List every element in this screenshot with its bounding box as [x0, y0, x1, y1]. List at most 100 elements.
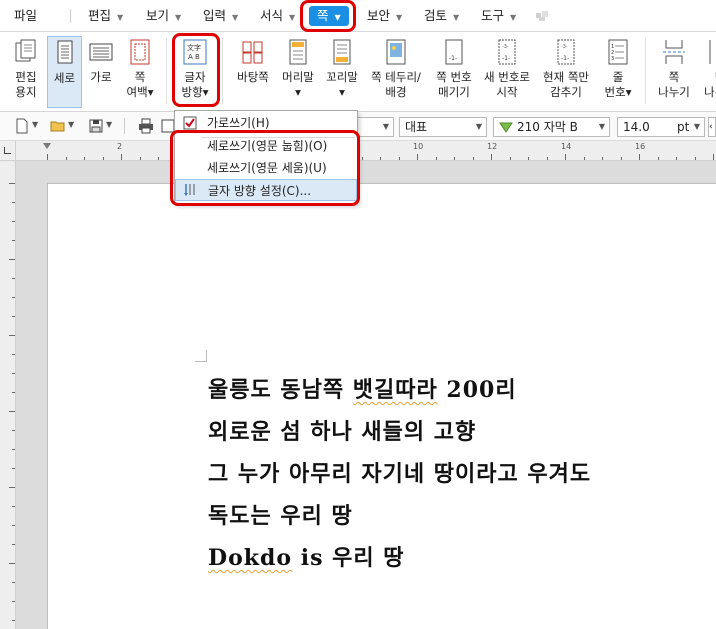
menu-insert-label: 입력 — [203, 8, 227, 23]
poem-line[interactable]: 울릉도 동남쪽 뱃길따라 200리 — [208, 372, 517, 404]
background-page-button[interactable]: 바탕쪽 — [232, 36, 274, 108]
page-border-label-1: 쪽 테두리/ — [371, 70, 421, 84]
ruler-tick — [454, 157, 455, 160]
ruler-tick — [12, 506, 15, 507]
font-size-combo[interactable]: 14.0 pt ▼ — [617, 117, 705, 137]
ruler-tick — [12, 202, 15, 203]
page-margin-button[interactable]: 쪽 여백▾ — [120, 36, 160, 108]
landscape-page-icon — [87, 38, 115, 66]
menu-item-vertical-latin-upright[interactable]: 세로쓰기(영문 세움)(U) — [175, 157, 357, 179]
ruler-label: 2 — [117, 142, 123, 151]
chevron-down-icon[interactable]: ▼ — [106, 120, 112, 129]
svg-text:-1-: -1- — [449, 55, 457, 62]
open-folder-icon[interactable] — [50, 118, 66, 134]
page-break-icon — [660, 38, 688, 66]
menu-security-label: 보안 — [367, 8, 391, 23]
menu-security[interactable]: 보안 ▼ — [367, 0, 402, 32]
ribbon-separator — [166, 38, 167, 104]
footer-label-2: ▾ — [339, 85, 345, 99]
menu-item-label: 글자 방향 설정(C)... — [208, 184, 312, 198]
menu-tools[interactable]: 도구 ▼ — [481, 0, 516, 32]
chevron-down-icon[interactable]: ▼ — [68, 120, 74, 129]
menu-file[interactable]: 파일 — [14, 0, 37, 32]
ruler-corner[interactable] — [0, 141, 16, 161]
hide-page-icon: -3- -1- — [552, 38, 580, 66]
new-number-label-2: 시작 — [496, 85, 518, 99]
ruler-tick — [12, 525, 15, 526]
page-break-button[interactable]: 쪽 나누기 — [652, 36, 696, 108]
svg-text:3: 3 — [611, 56, 614, 62]
line-text: 200리 — [437, 377, 517, 403]
vertical-ruler[interactable] — [0, 161, 16, 629]
chevron-down-icon: ▼ — [175, 13, 182, 22]
style-combo-edge[interactable]: ▼ — [357, 117, 394, 137]
indent-marker[interactable] — [43, 143, 51, 149]
chevron-down-icon: ▼ — [382, 122, 389, 131]
menu-insert[interactable]: 입력 ▼ — [203, 0, 238, 32]
line-number-button[interactable]: 123 줄 번호▾ — [598, 36, 638, 108]
font-size-unit: pt — [677, 120, 690, 134]
menu-edit[interactable]: 편집 ▼ — [88, 0, 123, 32]
save-icon[interactable] — [88, 118, 104, 134]
poem-line[interactable]: 독도는 우리 땅 — [208, 498, 353, 530]
menu-page[interactable]: 쪽 ▼ — [309, 6, 349, 26]
text-direction-settings-icon — [184, 184, 195, 196]
ruler-tick — [491, 154, 492, 160]
font-combo[interactable]: 210 자막 B ▼ — [493, 117, 610, 137]
footer-button[interactable]: 꼬리말 ▾ — [323, 36, 361, 108]
ruler-tick — [12, 392, 15, 393]
menu-item-horizontal-writing[interactable]: 가로쓰기(H) — [175, 112, 357, 134]
new-number-label-1: 새 번호로 — [484, 70, 530, 84]
portrait-page-icon — [51, 39, 79, 67]
text-direction-label-2: 방향▾ — [181, 85, 209, 99]
column-break-icon — [706, 38, 716, 66]
landscape-label: 가로 — [90, 70, 112, 84]
ruler-tick — [9, 183, 15, 184]
size-stepper[interactable]: ‹ — [708, 117, 716, 137]
new-number-button[interactable]: -3- -1- 새 번호로 시작 — [481, 36, 533, 108]
text-direction-button[interactable]: 文字 A B 글자 방향▾ — [176, 36, 214, 108]
landscape-button[interactable]: 가로 — [84, 36, 118, 108]
column-break-button[interactable]: 단 나누기 — [700, 36, 716, 108]
edit-paper-button[interactable]: 편집 용지 — [6, 36, 46, 108]
page-margin-label-1: 쪽 — [134, 70, 146, 84]
print-icon[interactable] — [138, 118, 154, 134]
ruler-tick — [620, 157, 622, 160]
hide-current-page-button[interactable]: -3- -1- 현재 쪽만 감추기 — [537, 36, 595, 108]
header-button[interactable]: 머리말 ▾ — [279, 36, 317, 108]
ruler-tick — [84, 157, 85, 160]
line-number-label-1: 줄 — [612, 70, 624, 84]
ruler-tick — [639, 154, 640, 160]
menu-format[interactable]: 서식 ▼ — [260, 0, 295, 32]
chevron-down-icon[interactable]: ▼ — [32, 120, 38, 129]
line-number-label-2: 번호▾ — [604, 85, 632, 99]
poem-line[interactable]: 외로운 섬 하나 새들의 고향 — [208, 414, 476, 446]
menu-review[interactable]: 검토 ▼ — [424, 0, 459, 32]
ruler-tick — [12, 601, 15, 602]
ruler-tick — [676, 157, 677, 160]
menu-view[interactable]: 보기 ▼ — [146, 0, 181, 32]
page-border-icon — [382, 38, 410, 66]
svg-text:-3-: -3- — [502, 44, 509, 50]
menu-item-text-direction-settings[interactable]: 글자 방향 설정(C)... — [175, 179, 357, 201]
menu-item-vertical-latin-rotated[interactable]: 세로쓰기(영문 눕힘)(O) — [175, 135, 357, 157]
header-label-2: ▾ — [295, 85, 301, 99]
ruler-tick — [9, 487, 15, 488]
page-number-button[interactable]: -1- 쪽 번호 매기기 — [429, 36, 479, 108]
page-border-button[interactable]: 쪽 테두리/ 배경 — [367, 36, 425, 108]
text-direction-menu: 가로쓰기(H) 세로쓰기(영문 눕힘)(O) 세로쓰기(영문 세움)(U) 글자… — [174, 110, 358, 204]
poem-line[interactable]: Dokdo is 우리 땅 — [208, 540, 405, 572]
style-combo[interactable]: 대표 ▼ — [399, 117, 487, 137]
ruler-tick — [417, 154, 418, 160]
column-break-label-1: 단 — [700, 70, 716, 85]
text-direction-icon: 文字 A B — [181, 38, 209, 66]
menu-item-label: 세로쓰기(영문 눕힘)(O) — [207, 139, 328, 153]
ruler-tick — [12, 278, 15, 279]
new-document-icon[interactable] — [14, 118, 30, 134]
chevron-down-icon: ▼ — [475, 122, 482, 131]
horizontal-ruler[interactable]: 246810121416 — [16, 141, 716, 161]
poem-line[interactable]: 그 누가 아무리 자기네 땅이라고 우겨도 — [208, 456, 591, 488]
portrait-button[interactable]: 세로 — [47, 36, 82, 108]
ruler-tick — [9, 563, 15, 564]
ruler-label: 10 — [413, 142, 424, 151]
